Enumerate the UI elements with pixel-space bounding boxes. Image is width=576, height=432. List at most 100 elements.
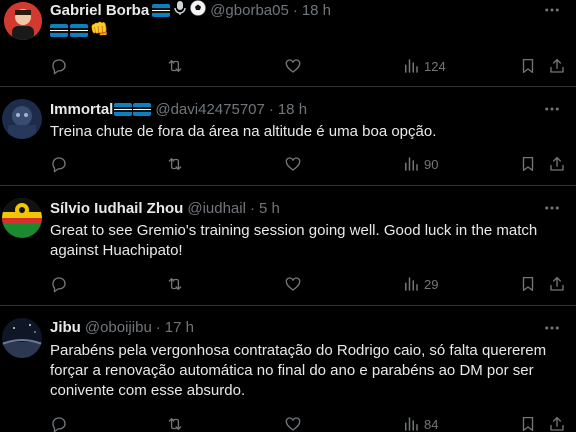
gremio-flag-icon [152,3,171,17]
views-icon [405,277,418,291]
like-button[interactable] [284,56,302,76]
name-emojis [152,0,207,20]
user-handle[interactable]: @iudhail [187,200,246,217]
avatar[interactable] [2,318,42,358]
views-button[interactable]: 124 [402,56,446,76]
retweet-icon [168,278,182,290]
more-icon [545,326,559,330]
reply-button[interactable] [50,274,68,294]
tweet-actions: 90 [0,154,576,174]
views-count: 84 [424,416,439,432]
more-button[interactable] [542,318,562,338]
user-handle[interactable]: @oboijibu [85,319,152,336]
timestamp[interactable]: 18 h [278,101,307,118]
separator-dot: · [292,1,298,19]
name-emojis [114,102,152,116]
retweet-icon [168,60,182,72]
share-button[interactable] [548,56,566,76]
avatar[interactable] [4,2,42,40]
reply-icon [52,59,66,75]
reply-button[interactable] [50,154,68,174]
tweet[interactable]: Sílvio Iudhail Zhou @iudhail · 5 h Great… [0,186,576,306]
microphone-icon [173,0,187,20]
heart-icon [285,417,301,431]
avatar-image [2,318,42,358]
more-button[interactable] [542,99,562,119]
tweet-header: Gabriel Borba @gborba05 · 18 h [50,0,331,20]
heart-icon [285,157,301,171]
like-button[interactable] [284,414,302,432]
reply-button[interactable] [50,56,68,76]
reply-button[interactable] [50,414,68,432]
share-icon [550,416,564,431]
views-button[interactable]: 84 [402,414,438,432]
tweet-header: Jibu @oboijibu · 17 h [50,317,194,337]
timestamp[interactable]: 17 h [165,319,194,336]
reply-icon [52,417,66,432]
share-button[interactable] [548,274,566,294]
like-button[interactable] [284,154,302,174]
gremio-flag-icon [133,102,152,116]
bookmark-button[interactable] [519,414,537,432]
reply-icon [52,157,66,173]
bookmark-icon [522,416,534,432]
bookmark-button[interactable] [519,154,537,174]
bookmark-button[interactable] [519,274,537,294]
retweet-icon [168,158,182,170]
share-icon [550,276,564,291]
views-count: 90 [424,156,439,172]
tweet-actions: 84 [0,414,576,432]
soccer-ball-icon [190,0,207,20]
user-handle[interactable]: @davi42475707 [155,101,264,118]
tweet-text: Parabéns pela vergonhosa contratação do … [50,342,547,399]
views-icon [405,417,418,431]
views-icon [405,59,418,73]
tweet-actions: 124 [0,56,576,76]
bookmark-button[interactable] [519,56,537,76]
separator-dot: · [268,100,274,118]
bookmark-icon [522,58,534,74]
views-button[interactable]: 29 [402,274,438,294]
user-handle[interactable]: @gborba05 [210,2,289,19]
tweet-header: Immortal @davi42475707 · 18 h [50,99,307,119]
tweet-text: 👊 [50,21,560,38]
views-button[interactable]: 90 [402,154,438,174]
tweet-text: Great to see Gremio's training session g… [50,222,538,259]
more-button[interactable] [542,0,562,20]
bookmark-icon [522,276,534,292]
tweet-text: Treina chute de fora da área na altitude… [50,123,437,140]
heart-icon [285,59,301,73]
retweet-button[interactable] [166,56,184,76]
separator-dot: · [155,318,161,336]
avatar[interactable] [2,198,42,238]
share-button[interactable] [548,154,566,174]
tweet[interactable]: Jibu @oboijibu · 17 h Parabéns pela verg… [0,306,576,432]
retweet-button[interactable] [166,414,184,432]
avatar-image [2,99,42,139]
gremio-flag-icon [114,102,133,116]
more-icon [545,107,559,111]
more-button[interactable] [542,198,562,218]
tweet[interactable]: Gabriel Borba @gborba05 · 18 h 👊 124 [0,0,576,87]
timestamp[interactable]: 18 h [302,2,331,19]
gremio-flag-icon [70,23,88,37]
display-name[interactable]: Gabriel Borba [50,2,149,19]
share-icon [550,58,564,73]
display-name[interactable]: Jibu [50,319,81,336]
retweet-button[interactable] [166,274,184,294]
tweet[interactable]: Immortal @davi42475707 · 18 h Treina chu… [0,87,576,186]
share-icon [550,156,564,171]
display-name[interactable]: Immortal [50,101,113,118]
share-button[interactable] [548,414,566,432]
display-name[interactable]: Sílvio Iudhail Zhou [50,200,183,217]
like-button[interactable] [284,274,302,294]
avatar[interactable] [2,99,42,139]
views-count: 124 [424,58,446,74]
avatar-image [2,198,42,238]
fist-icon: 👊 [90,21,109,38]
heart-icon [285,277,301,291]
separator-dot: · [249,199,255,217]
retweet-button[interactable] [166,154,184,174]
more-icon [545,206,559,210]
timestamp[interactable]: 5 h [259,200,280,217]
